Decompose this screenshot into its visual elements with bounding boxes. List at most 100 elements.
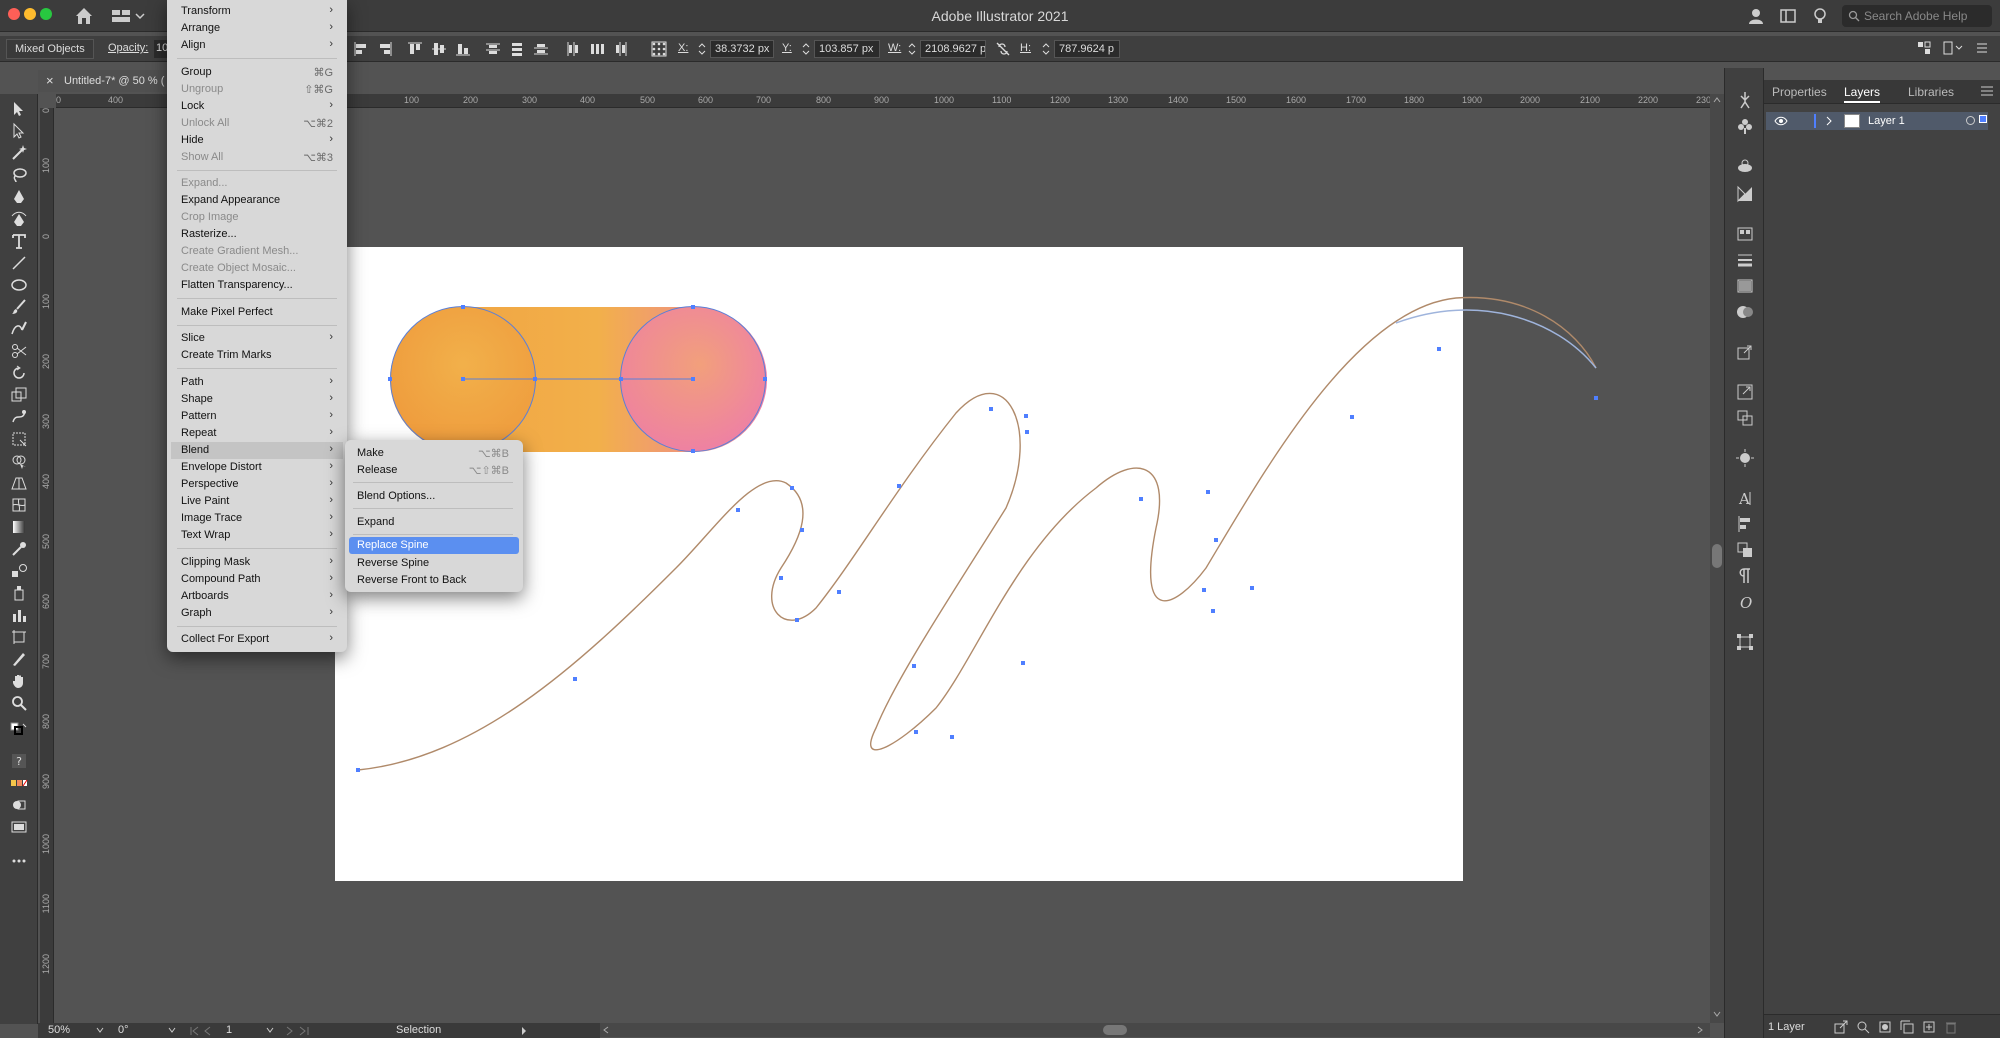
distribute-top-icon[interactable] bbox=[484, 40, 502, 58]
scroll-right-icon[interactable] bbox=[1696, 1026, 1704, 1034]
visibility-eye-icon[interactable] bbox=[1774, 115, 1788, 127]
transparency-icon[interactable] bbox=[1735, 302, 1755, 322]
horizontal-scrollbar[interactable] bbox=[600, 1023, 1710, 1037]
lightbulb-icon[interactable] bbox=[1810, 6, 1830, 26]
menu-item-blend[interactable]: Blend › bbox=[171, 442, 343, 459]
submenu-item-release[interactable]: Release ⌥⇧⌘B bbox=[349, 462, 519, 479]
scale-tool[interactable] bbox=[7, 384, 31, 406]
align-right-icon[interactable] bbox=[376, 40, 394, 58]
artboard-nav-next-icon[interactable] bbox=[284, 1026, 314, 1036]
search-input[interactable]: Search Adobe Help bbox=[1842, 5, 1992, 27]
paragraph-icon[interactable] bbox=[1735, 566, 1755, 586]
distribute-center-icon[interactable] bbox=[508, 40, 526, 58]
menu-item-live-paint[interactable]: Live Paint › bbox=[171, 493, 343, 510]
submenu-item-reverse-spine[interactable]: Reverse Spine bbox=[349, 555, 519, 572]
menu-item-artboards[interactable]: Artboards › bbox=[171, 588, 343, 605]
expand-layer-chevron-icon[interactable] bbox=[1824, 115, 1834, 127]
warp-tool[interactable] bbox=[7, 406, 31, 428]
ellipse-tool[interactable] bbox=[7, 274, 31, 296]
gradient-panel-icon[interactable] bbox=[1735, 276, 1755, 296]
menu-item-group[interactable]: Group ⌘G bbox=[171, 64, 343, 81]
align-top-icon[interactable] bbox=[406, 40, 424, 58]
h-stepper[interactable] bbox=[1040, 40, 1052, 58]
menu-item-slice[interactable]: Slice › bbox=[171, 330, 343, 347]
reference-point-icon[interactable] bbox=[650, 40, 668, 58]
shaper-tool[interactable] bbox=[7, 318, 31, 340]
w-stepper[interactable] bbox=[906, 40, 918, 58]
menu-item-perspective[interactable]: Perspective › bbox=[171, 476, 343, 493]
magic-wand-tool[interactable] bbox=[7, 142, 31, 164]
eyedropper-tool[interactable] bbox=[7, 538, 31, 560]
perspective-grid-tool[interactable] bbox=[7, 472, 31, 494]
scroll-down-icon[interactable] bbox=[1712, 1010, 1722, 1018]
swatches-icon[interactable] bbox=[1735, 224, 1755, 244]
menu-item-graph[interactable]: Graph › bbox=[171, 605, 343, 622]
gradient-tool[interactable] bbox=[7, 516, 31, 538]
vertical-scrollbar[interactable] bbox=[1710, 94, 1724, 1023]
submenu-item-reverse-front-to-back[interactable]: Reverse Front to Back bbox=[349, 572, 519, 589]
new-sublayer-icon[interactable] bbox=[1900, 1020, 1914, 1034]
layer-row[interactable]: Layer 1 bbox=[1766, 112, 1988, 130]
menu-item-create-trim-marks[interactable]: Create Trim Marks bbox=[171, 347, 343, 364]
artboard-dropdown-icon[interactable] bbox=[266, 1027, 274, 1033]
slice-tool[interactable] bbox=[7, 648, 31, 670]
color-none-swatches[interactable] bbox=[7, 772, 31, 794]
menu-item-pattern[interactable]: Pattern › bbox=[171, 408, 343, 425]
blend-tool[interactable] bbox=[7, 560, 31, 582]
paintbrush-tool[interactable] bbox=[7, 296, 31, 318]
menu-item-flatten-transparency[interactable]: Flatten Transparency... bbox=[171, 277, 343, 294]
line-segment-tool[interactable] bbox=[7, 252, 31, 274]
menu-item-path[interactable]: Path › bbox=[171, 374, 343, 391]
distribute-left-icon[interactable] bbox=[564, 40, 582, 58]
menu-item-image-trace[interactable]: Image Trace › bbox=[171, 510, 343, 527]
align-panel-icon[interactable] bbox=[1735, 514, 1755, 534]
screen-mode-tool[interactable] bbox=[7, 816, 31, 838]
status-menu-arrow-icon[interactable] bbox=[520, 1026, 528, 1036]
scissors-tool[interactable] bbox=[7, 340, 31, 362]
submenu-item-replace-spine[interactable]: Replace Spine bbox=[349, 537, 519, 554]
free-transform-tool[interactable] bbox=[7, 428, 31, 450]
distribute-horizontal-center-icon[interactable] bbox=[588, 40, 606, 58]
appearance-icon[interactable] bbox=[1735, 156, 1755, 176]
align-vertical-center-icon[interactable] bbox=[430, 40, 448, 58]
artboards-panel-icon[interactable] bbox=[1735, 408, 1755, 428]
fill-stroke-swatches[interactable] bbox=[7, 720, 31, 742]
blend-object[interactable] bbox=[388, 305, 767, 453]
lasso-tool[interactable] bbox=[7, 164, 31, 186]
zoom-level[interactable]: 50% bbox=[48, 1024, 70, 1036]
menu-item-text-wrap[interactable]: Text Wrap › bbox=[171, 527, 343, 544]
distribute-bottom-icon[interactable] bbox=[532, 40, 550, 58]
menu-item-clipping-mask[interactable]: Clipping Mask › bbox=[171, 554, 343, 571]
x-stepper[interactable] bbox=[696, 40, 708, 58]
layer-target-icon[interactable] bbox=[1966, 116, 1975, 125]
align-left-icon[interactable] bbox=[352, 40, 370, 58]
mesh-tool[interactable] bbox=[7, 494, 31, 516]
transform-icon[interactable] bbox=[1916, 40, 1932, 56]
symbol-sprayer-tool[interactable] bbox=[7, 582, 31, 604]
graphic-styles-icon[interactable] bbox=[1735, 184, 1755, 204]
rotate-tool[interactable] bbox=[7, 362, 31, 384]
arrange-documents-icon[interactable] bbox=[1778, 6, 1798, 26]
artboard-tool[interactable] bbox=[7, 626, 31, 648]
new-layer-icon[interactable] bbox=[1922, 1020, 1936, 1034]
color-guide-icon[interactable] bbox=[1735, 448, 1755, 468]
close-document-icon[interactable]: × bbox=[46, 73, 54, 88]
w-field[interactable]: 2108.9627 p bbox=[920, 40, 986, 58]
zoom-tool[interactable] bbox=[7, 692, 31, 714]
column-graph-tool[interactable] bbox=[7, 604, 31, 626]
h-field[interactable]: 787.9624 p bbox=[1054, 40, 1120, 58]
menu-item-lock[interactable]: Lock › bbox=[171, 98, 343, 115]
puppet-warp-icon[interactable] bbox=[1735, 90, 1755, 110]
drawing-modes-tool[interactable] bbox=[7, 794, 31, 816]
submenu-item-expand[interactable]: Expand bbox=[349, 514, 519, 531]
menu-item-hide[interactable]: Hide › bbox=[171, 132, 343, 149]
y-stepper[interactable] bbox=[800, 40, 812, 58]
transform-panel-icon[interactable] bbox=[1735, 632, 1755, 652]
align-bottom-icon[interactable] bbox=[454, 40, 472, 58]
arrange-icon[interactable] bbox=[1942, 40, 1964, 56]
selection-tool[interactable] bbox=[7, 98, 31, 120]
user-icon[interactable] bbox=[1746, 6, 1766, 26]
menu-item-arrange[interactable]: Arrange › bbox=[171, 20, 343, 37]
horizontal-scroll-thumb[interactable] bbox=[1103, 1025, 1127, 1035]
stroke-icon[interactable] bbox=[1735, 250, 1755, 270]
